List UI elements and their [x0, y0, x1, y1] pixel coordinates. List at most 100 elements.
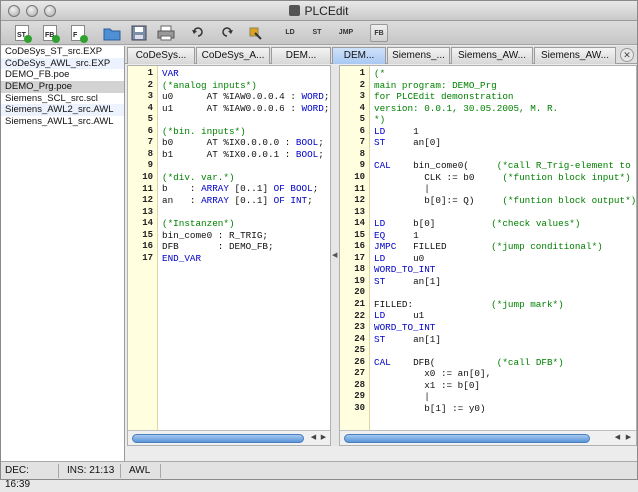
line-number: 28 — [354, 379, 365, 390]
code-keyword: ARRAY — [201, 195, 229, 207]
code-text: b[1] := y0) — [374, 402, 486, 414]
code-line: ST an[1] — [374, 334, 636, 346]
editor-tab[interactable]: CoDeSys... — [127, 47, 195, 64]
line-number: 17 — [142, 252, 153, 263]
file-list: CoDeSys_ST_src.EXP CoDeSys_AWL_src.EXP DEM… — [1, 46, 125, 461]
code-text: bin_come0 : R_TRIG; — [162, 229, 269, 241]
code-line: (*bin. inputs*) — [162, 126, 330, 138]
code-line: LD u1 — [374, 310, 636, 322]
jmp-button[interactable]: JMP — [334, 24, 358, 42]
editor-tab[interactable]: CoDeSys_A... — [196, 47, 270, 64]
code-text: ; — [323, 91, 330, 103]
code-line: an : ARRAY [0..1] OF INT; — [162, 195, 330, 207]
line-number: 13 — [354, 206, 365, 217]
code-keyword: CAL — [374, 356, 391, 368]
left-editor[interactable]: 1 2 3 4 5 6 7 8 9 10 11 12 13 14 15 16 17 VAR (*analog in… — [127, 65, 331, 446]
code-comment: (*call R_Trig-element to utiliz — [496, 160, 631, 172]
code-comment: (* — [374, 68, 386, 79]
horizontal-scrollbar[interactable]: ◀ ▶ — [128, 430, 330, 445]
scroll-thumb[interactable] — [344, 434, 590, 443]
line-number: 3 — [359, 91, 365, 102]
undo-icon — [192, 27, 203, 37]
code-text: | — [374, 391, 430, 403]
code-line: WORD_TO_INT — [374, 264, 636, 276]
line-number: 2 — [147, 79, 153, 90]
scroll-left-arrow[interactable]: ◀ — [613, 433, 622, 443]
new-f-file-button[interactable]: F — [69, 24, 88, 43]
line-number: 17 — [354, 252, 365, 263]
line-number-gutter: 1 2 3 4 5 6 7 8 9 10 11 12 13 14 15 16 17 — [128, 66, 158, 445]
file-list-item[interactable]: CoDeSys_ST_src.EXP — [1, 46, 124, 58]
line-number: 10 — [354, 171, 365, 182]
editor-tab[interactable]: DEM... — [332, 47, 386, 64]
code-comment: *) — [374, 114, 386, 126]
new-st-file-button[interactable]: ST — [13, 24, 32, 43]
line-number: 15 — [354, 229, 365, 240]
code-text: DFB : DEMO_FB; — [162, 241, 274, 253]
line-number: 1 — [359, 68, 365, 78]
file-list-item[interactable]: DEMO_FB.poe — [1, 69, 124, 81]
code-text: an[0] — [385, 137, 441, 149]
code-line: bin_come0 : R_TRIG; — [162, 230, 330, 242]
scroll-thumb[interactable] — [132, 434, 304, 443]
code-comment: (*call DFB*) — [496, 356, 564, 368]
print-button[interactable] — [156, 24, 176, 42]
code-area[interactable]: VAR (*analog inputs*) u0 AT %IAW0.0.0.4 : … — [162, 66, 330, 264]
file-list-item[interactable]: Siemens_AWL1_src.AWL — [1, 116, 124, 128]
code-text: 1 — [385, 229, 419, 241]
horizontal-scrollbar[interactable]: ◀ ▶ — [340, 430, 636, 445]
code-comment: (*check values*) — [491, 218, 581, 230]
line-number: 16 — [354, 241, 365, 252]
compile-button[interactable] — [246, 24, 264, 42]
line-number: 24 — [354, 333, 365, 344]
line-number-gutter: 1 2 3 4 5 6 7 8 9 10 11 12 13 14 15 16 17 18 19 20 21 22 23 24 2… — [340, 66, 370, 445]
file-list-item[interactable]: Siemens_AWL2_src.AWL — [1, 104, 124, 117]
open-folder-button[interactable] — [102, 24, 122, 42]
right-editor[interactable]: 1 2 3 4 5 6 7 8 9 10 11 12 13 14 15 16 17 18 19 20 21 22 23 24 2… — [339, 65, 637, 446]
new-fb-file-button[interactable]: FB — [41, 24, 60, 43]
sidebar-splitter[interactable] — [119, 65, 125, 446]
editor-tab[interactable]: Siemens_... — [387, 47, 450, 64]
status-bar: DEC: 16:39 INS: 21:13 AWL — [1, 461, 637, 490]
new-document-icon: ST — [15, 25, 32, 43]
st-button[interactable]: ST — [306, 24, 328, 42]
ld-button[interactable]: LD — [279, 24, 301, 42]
code-keyword: BOOL — [295, 148, 319, 160]
line-number: 12 — [354, 195, 365, 206]
scroll-right-arrow[interactable]: ▶ — [319, 433, 328, 443]
fb-button[interactable]: FB — [370, 24, 388, 42]
code-comment: main program: DEMO_Prg — [374, 79, 497, 91]
new-document-icon: FB — [43, 25, 60, 43]
file-list-item[interactable]: DEMO_Prg.poe — [1, 81, 124, 93]
window-title: PLCEdit — [1, 4, 637, 18]
editor-tab[interactable]: Siemens_AW... — [451, 47, 533, 64]
code-keyword: WORD — [301, 102, 324, 114]
file-list-item[interactable]: Siemens_SCL_src.scl — [1, 93, 124, 105]
code-line: END_VAR — [162, 253, 330, 265]
redo-button[interactable] — [219, 24, 235, 42]
save-button[interactable] — [129, 24, 149, 42]
editor-splitter[interactable]: ◀ — [331, 65, 339, 446]
file-list-item[interactable]: CoDeSys_AWL_src.EXP — [1, 57, 124, 70]
undo-button[interactable] — [190, 24, 206, 42]
editor-tab[interactable]: DEM... — [271, 47, 331, 64]
code-text: u1 AT %IAW0.0.0.6 : — [162, 102, 302, 114]
wand-icon — [249, 27, 262, 40]
scroll-right-arrow[interactable]: ▶ — [624, 433, 633, 443]
code-area[interactable]: (* main program: DEMO_Prg for PLCEdit demo… — [374, 66, 636, 414]
line-number: 9 — [359, 160, 365, 171]
close-tab-button[interactable]: ✕ — [620, 48, 634, 62]
code-line: (*div. var.*) — [162, 172, 330, 184]
code-keyword: LD — [374, 252, 386, 264]
line-number: 30 — [354, 402, 365, 413]
code-keyword: LD — [374, 310, 386, 322]
scroll-left-arrow[interactable]: ◀ — [309, 433, 318, 443]
line-number: 19 — [354, 275, 365, 286]
code-comment: (*jump mark*) — [491, 298, 564, 310]
editor-tab[interactable]: Siemens_AW... — [534, 47, 616, 64]
code-line: x0 := an[0], — [374, 368, 636, 380]
line-number: 12 — [142, 195, 153, 206]
line-number: 20 — [354, 287, 365, 298]
